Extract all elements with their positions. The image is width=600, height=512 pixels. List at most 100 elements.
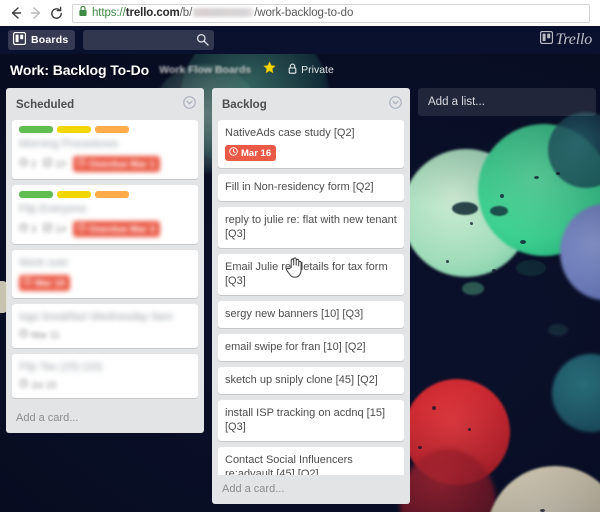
board-visibility[interactable]: Private	[288, 63, 334, 77]
label-yellow[interactable]	[57, 191, 91, 198]
trello-mark-icon	[539, 30, 553, 49]
card-labels	[19, 126, 191, 133]
card-title: Contact Social Influencers re:advault [4…	[225, 454, 353, 475]
card-title: Flip Tax (15) (10)	[19, 361, 102, 373]
page-title[interactable]: Work: Backlog To-Do	[10, 62, 149, 78]
badge-checklist: 10	[43, 158, 66, 170]
list-scheduled: Scheduled Morning Procedures 2 10 Overdu…	[6, 88, 204, 433]
card-badges: Jul 15	[19, 379, 191, 391]
card[interactable]: sketch up sniply clone [45] [Q2]	[218, 367, 404, 394]
card[interactable]: Flip Tax (15) (10) Jul 15	[12, 354, 198, 398]
board-organization[interactable]: Work Flow Boards	[159, 64, 251, 76]
list-cards: NativeAds case study [Q2] Mar 16 Fill in…	[212, 120, 410, 475]
badge-due-date[interactable]: Mar 10	[19, 275, 71, 291]
card-badges: Mar 10	[19, 275, 191, 291]
badge-clock-text: Mar 11	[31, 329, 60, 341]
clock-icon	[19, 223, 28, 235]
label-green[interactable]	[19, 191, 53, 198]
badge-due-date[interactable]: Mar 16	[225, 145, 277, 161]
badge-clock: Jul 15	[19, 379, 56, 391]
search-input[interactable]	[83, 30, 215, 50]
card-title: email swipe for fran [10] [Q2]	[225, 341, 366, 353]
card[interactable]: NativeAds case study [Q2] Mar 16	[218, 120, 404, 168]
forward-arrow-icon[interactable]	[26, 3, 46, 23]
board-header: Work: Backlog To-Do Work Flow Boards Pri…	[0, 54, 600, 86]
trello-logo-text: Trello	[555, 31, 593, 48]
badge-clock-text: 3	[31, 223, 37, 235]
clock-icon	[19, 329, 28, 341]
label-yellow[interactable]	[57, 126, 91, 133]
card[interactable]: sergy new banners [10] [Q3]	[218, 301, 404, 328]
browser-toolbar: https://trello.com/b/ /work-backlog-to-do	[0, 0, 600, 26]
add-card-button[interactable]: Add a card...	[212, 475, 410, 504]
card[interactable]: reply to julie re: flat with new tenant …	[218, 207, 404, 248]
address-bar-url: https://trello.com/b/ /work-backlog-to-do	[92, 7, 353, 19]
star-icon[interactable]	[263, 61, 276, 79]
card-title: reply to julie re: flat with new tenant …	[225, 214, 397, 240]
url-host: trello.com	[125, 7, 180, 19]
badge-clock: Mar 11	[19, 329, 60, 341]
clock-icon	[19, 158, 28, 170]
card[interactable]: logs breakfast Wednesday 9am Mar 11	[12, 304, 198, 348]
badge-checklist-text: 14	[55, 223, 66, 235]
badge-clock-text: Jul 15	[31, 379, 57, 391]
card[interactable]: Morning Procedures 2 10 Overdue Mar 1	[12, 120, 198, 179]
lock-icon	[78, 5, 88, 22]
trello-logo[interactable]: Trello	[539, 30, 593, 49]
card[interactable]: install ISP tracking on acdnq [15] [Q3]	[218, 400, 404, 441]
card[interactable]: Email Julie re: details for tax form [Q3…	[218, 254, 404, 295]
card-title: sketch up sniply clone [45] [Q2]	[225, 374, 378, 386]
card-title: install ISP tracking on acdnq [15] [Q3]	[225, 407, 386, 433]
reload-icon[interactable]	[46, 3, 66, 23]
screen: https://trello.com/b/ /work-backlog-to-do…	[0, 0, 600, 512]
card-title: Email Julie re: details for tax form [Q3…	[225, 261, 388, 287]
adjacent-list-edge[interactable]	[0, 281, 7, 313]
badge-checklist-text: 10	[55, 158, 66, 170]
clock-icon	[19, 379, 28, 391]
list-title[interactable]: Scheduled	[16, 99, 183, 111]
badge-due-date[interactable]: Overdue Mar 1	[72, 156, 160, 172]
card-title: Morning Procedures	[19, 138, 119, 150]
boards-button[interactable]: Boards	[8, 30, 76, 50]
card-badges: Mar 16	[225, 145, 397, 161]
label-orange[interactable]	[95, 191, 129, 198]
add-list-button[interactable]: Add a list...	[418, 88, 596, 116]
add-card-button[interactable]: Add a card...	[6, 404, 204, 433]
card[interactable]: email swipe for fran [10] [Q2]	[218, 334, 404, 361]
checklist-icon	[43, 223, 53, 235]
url-redacted-segment	[193, 8, 254, 18]
back-arrow-icon[interactable]	[6, 3, 26, 23]
card[interactable]: Contact Social Influencers re:advault [4…	[218, 447, 404, 475]
search-icon[interactable]	[196, 33, 210, 51]
chevron-down-circle-icon[interactable]	[183, 96, 196, 114]
list-header: Backlog	[212, 88, 410, 120]
boards-button-label: Boards	[31, 34, 69, 46]
badge-due-text: Mar 16	[241, 147, 272, 159]
card-title: sergy new banners [10] [Q3]	[225, 308, 364, 320]
checklist-icon	[43, 158, 53, 170]
badge-checklist: 14	[43, 223, 66, 235]
card-title: Flip Everyone	[19, 203, 87, 215]
label-green[interactable]	[19, 126, 53, 133]
badge-due-text: Mar 10	[35, 277, 66, 289]
card-labels	[19, 191, 191, 198]
card[interactable]: Flip Everyone 3 14 Overdue Mar 3	[12, 185, 198, 244]
card[interactable]: Fill in Non-residency form [Q2]	[218, 174, 404, 201]
search-box[interactable]	[83, 30, 215, 51]
chevron-down-circle-icon[interactable]	[389, 96, 402, 114]
list-header: Scheduled	[6, 88, 204, 120]
badge-due-text: Overdue Mar 1	[88, 158, 155, 170]
card[interactable]: Work over Mar 10	[12, 250, 198, 298]
card-badges: 3 14 Overdue Mar 3	[19, 221, 191, 237]
label-orange[interactable]	[95, 126, 129, 133]
badge-due-date[interactable]: Overdue Mar 3	[72, 221, 160, 237]
board-icon	[12, 31, 27, 48]
url-scheme: https://	[92, 7, 126, 19]
clock-icon	[77, 223, 86, 235]
list-title[interactable]: Backlog	[222, 99, 389, 111]
badge-clock-text: 2	[31, 158, 37, 170]
clock-icon	[77, 158, 86, 170]
badge-clock: 3	[19, 223, 36, 235]
trello-top-nav: Boards Trello	[0, 26, 600, 54]
address-bar[interactable]: https://trello.com/b/ /work-backlog-to-do	[72, 3, 590, 23]
